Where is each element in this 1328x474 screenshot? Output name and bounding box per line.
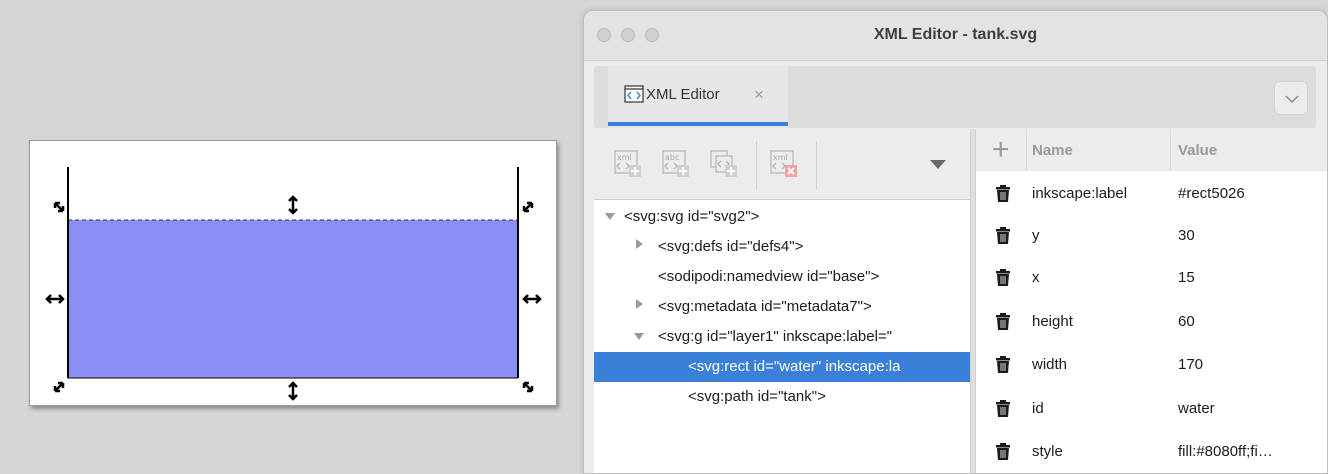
toolbar-separator <box>756 141 757 189</box>
scale-handle-top-right[interactable] <box>522 201 534 213</box>
attribute-name[interactable]: style <box>1032 443 1063 460</box>
attribute-value[interactable]: 170 <box>1178 356 1203 373</box>
new-text-node-icon[interactable]: abc <box>662 150 690 178</box>
tree-node-defs[interactable]: <svg:defs id="defs4"> <box>658 232 803 262</box>
column-separator <box>1170 129 1171 171</box>
trash-icon[interactable] <box>995 356 1011 374</box>
node-tree-pane: xml abc xml <svg:svg id="svg2"> <svg:def… <box>594 129 972 473</box>
expand-toggle-icon[interactable] <box>605 213 615 220</box>
attributes-pane: + Name Value inkscape:label #rect5026 y … <box>976 129 1327 473</box>
active-tab-indicator <box>608 122 788 126</box>
attribute-name[interactable]: height <box>1032 313 1073 330</box>
attribute-row[interactable]: id water <box>976 388 1327 430</box>
trash-icon[interactable] <box>995 185 1011 203</box>
attribute-row[interactable]: x 15 <box>976 257 1327 299</box>
trash-icon[interactable] <box>995 443 1011 461</box>
name-column-header[interactable]: Name <box>1032 142 1073 159</box>
toolbar-separator <box>816 141 817 189</box>
add-attribute-icon[interactable]: + <box>992 133 1010 167</box>
title-bar[interactable]: XML Editor - tank.svg <box>584 11 1327 61</box>
value-column-header[interactable]: Value <box>1178 142 1217 159</box>
attribute-value[interactable]: 30 <box>1178 227 1195 244</box>
attribute-row[interactable]: style fill:#8080ff;fi… <box>976 431 1327 473</box>
trash-icon[interactable] <box>995 269 1011 287</box>
attribute-row[interactable]: y 30 <box>976 215 1327 257</box>
xml-node-tree: <svg:svg id="svg2"> <svg:defs id="defs4"… <box>594 199 972 473</box>
canvas-page[interactable] <box>29 140 557 406</box>
tab-menu-button[interactable] <box>1274 81 1308 115</box>
tab-label: XML Editor <box>646 86 720 103</box>
tree-node-svg-root[interactable]: <svg:svg id="svg2"> <box>624 202 759 232</box>
attribute-name[interactable]: y <box>1032 227 1040 244</box>
window-title: XML Editor - tank.svg <box>873 26 1038 43</box>
node-toolbar: xml abc xml <box>594 129 970 197</box>
expand-toggle-icon[interactable] <box>634 333 644 340</box>
tree-node-metadata[interactable]: <svg:metadata id="metadata7"> <box>658 292 872 322</box>
delete-node-icon[interactable]: xml <box>770 150 798 178</box>
tree-node-water-selected[interactable]: <svg:rect id="water" inkscape:la <box>594 352 972 382</box>
attribute-row[interactable]: inkscape:label #rect5026 <box>976 173 1327 215</box>
trash-icon[interactable] <box>995 227 1011 245</box>
collapse-toggle-icon[interactable] <box>636 239 643 249</box>
tree-node-layer1[interactable]: <svg:g id="layer1" inkscape:label=" <box>658 322 892 352</box>
svg-text:abc: abc <box>665 153 679 162</box>
chevron-down-icon <box>1285 95 1299 104</box>
tree-node-tank[interactable]: <svg:path id="tank"> <box>688 382 826 412</box>
tab-bar: XML Editor × <box>594 66 1316 128</box>
attribute-row[interactable]: width 170 <box>976 344 1327 386</box>
xml-editor-icon <box>624 85 644 103</box>
toolbar-overflow-dropdown[interactable] <box>930 160 946 169</box>
attribute-value[interactable]: #rect5026 <box>1178 185 1245 202</box>
tab-close-icon[interactable]: × <box>754 85 764 105</box>
attribute-name[interactable]: width <box>1032 356 1067 373</box>
scale-handle-bottom[interactable] <box>288 381 298 401</box>
attributes-header: + Name Value <box>976 129 1327 171</box>
tree-node-namedview[interactable]: <sodipodi:namedview id="base"> <box>658 262 879 292</box>
scale-handle-bottom-left[interactable] <box>53 381 65 393</box>
new-element-node-icon[interactable]: xml <box>614 150 642 178</box>
scale-handle-top-left[interactable] <box>53 201 65 213</box>
attribute-value[interactable]: 15 <box>1178 269 1195 286</box>
trash-icon[interactable] <box>995 400 1011 418</box>
attribute-value[interactable]: water <box>1178 400 1215 417</box>
water-rect[interactable] <box>68 220 518 378</box>
scale-handle-bottom-right[interactable] <box>522 381 534 393</box>
collapse-toggle-icon[interactable] <box>636 299 643 309</box>
attribute-name[interactable]: id <box>1032 400 1044 417</box>
xml-editor-window: XML Editor - tank.svg XML Editor × xml a… <box>583 10 1328 474</box>
trash-icon[interactable] <box>995 313 1011 331</box>
attribute-row[interactable]: height 60 <box>976 301 1327 343</box>
svg-text:xml: xml <box>617 153 632 162</box>
attribute-name[interactable]: inkscape:label <box>1032 185 1127 202</box>
canvas-drawing[interactable] <box>30 141 558 407</box>
attribute-value[interactable]: fill:#8080ff;fi… <box>1178 443 1273 460</box>
scale-handle-left[interactable] <box>45 294 65 304</box>
scale-handle-right[interactable] <box>522 294 542 304</box>
column-separator <box>1026 129 1027 171</box>
svg-text:xml: xml <box>773 153 788 162</box>
duplicate-node-icon[interactable] <box>710 150 738 178</box>
scale-handle-top[interactable] <box>288 195 298 215</box>
attribute-value[interactable]: 60 <box>1178 313 1195 330</box>
attribute-name[interactable]: x <box>1032 269 1040 286</box>
